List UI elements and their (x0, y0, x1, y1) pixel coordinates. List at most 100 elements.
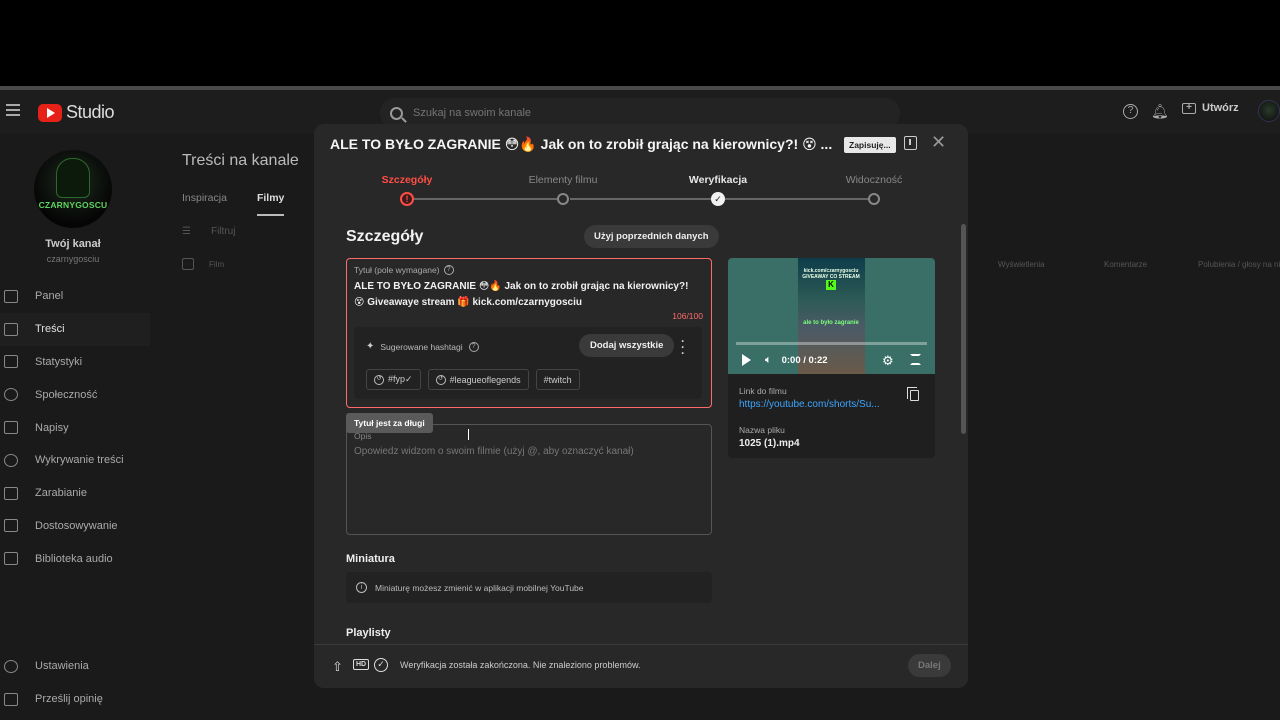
community-icon (4, 388, 18, 402)
column-comments: Komentarze (1104, 260, 1148, 269)
check-circle-icon[interactable]: ✓ (374, 658, 388, 672)
hashtag-chips: ↺ #fyp✓ ↺ #leagueoflegends #twitch (366, 369, 580, 390)
sidebar-item-panel[interactable]: Panel (0, 280, 150, 313)
error-step-icon: ! (400, 192, 414, 206)
youtube-logo-icon (38, 103, 62, 122)
sidebar-item-monetization[interactable]: Zarabianie (0, 477, 150, 510)
account-avatar[interactable] (1258, 100, 1280, 122)
help-icon[interactable]: ? (443, 265, 454, 275)
copy-icon[interactable] (907, 387, 919, 401)
step-connector (407, 198, 562, 200)
channel-avatar[interactable]: CZARNYGOSCU (34, 150, 112, 228)
create-button[interactable]: + Utwórz (1182, 102, 1239, 114)
hashtag-text: #fyp✓ (388, 374, 413, 384)
sidebar-item-community[interactable]: Społeczność (0, 378, 150, 411)
sidebar-item-content[interactable]: Treści (0, 312, 150, 346)
title-label-text: Tytuł (pole wymagane) (354, 265, 440, 275)
gear-icon[interactable]: ⚙ (882, 353, 894, 369)
video-caption: ale to było zagranie (803, 320, 859, 326)
title-field[interactable]: Tytuł (pole wymagane) ? ALE TO BYŁO ZAGR… (346, 258, 712, 440)
sidebar-item-feedback[interactable]: Prześlij opinię (0, 683, 150, 716)
sidebar-nav: Panel Treści Statystyki Społeczność Napi… (0, 280, 150, 575)
sidebar-item-settings[interactable]: Ustawienia (0, 650, 150, 683)
help-icon[interactable]: ? (468, 341, 479, 352)
add-all-hashtags-button[interactable]: Dodaj wszystkie (579, 334, 675, 357)
history-icon: ↺ (435, 374, 446, 385)
sidebar-item-label: Biblioteka audio (35, 552, 113, 565)
next-button[interactable]: Dalej (908, 654, 951, 677)
sidebar-item-subtitles[interactable]: Napisy (0, 411, 150, 444)
sparkle-icon: ✦ (366, 341, 375, 352)
channel-handle: czarnygosciu (46, 254, 100, 264)
thumbnail-info-box: i Miniaturę możesz zmienić w aplikacji m… (346, 572, 712, 603)
scrollbar[interactable] (961, 224, 966, 434)
hd-icon[interactable]: HD (353, 659, 370, 670)
sidebar-item-label: Statystyki (35, 355, 83, 368)
feedback-icon (4, 692, 18, 706)
tab-inspiration[interactable]: Inspiracja (182, 192, 227, 216)
title-error-tooltip: Tytuł jest za długi (346, 413, 433, 433)
copyright-icon (4, 453, 18, 467)
upload-stepper: Szczegóły Elementy filmu Weryfikacja Wid… (314, 174, 968, 210)
suggested-hashtags-panel: ✦ Sugerowane hashtagi ? Dodaj wszystkie … (354, 327, 702, 399)
filter-bar[interactable]: ☰ Filtruj (182, 226, 235, 237)
sidebar-item-audio-library[interactable]: Biblioteka audio (0, 542, 150, 575)
sidebar-item-label: Wykrywanie treści (35, 454, 124, 467)
step-video-elements[interactable]: Elementy filmu (503, 174, 623, 186)
step-dot-icon (868, 193, 880, 205)
video-controls: 🔈︎ 0:00 / 0:22 ⚙ (736, 352, 927, 368)
step-connector (725, 198, 871, 200)
gear-icon (4, 659, 18, 673)
history-icon: ↺ (374, 374, 384, 385)
video-link-label: Link do filmu (739, 386, 787, 396)
title-label: Tytuł (pole wymagane) ? (354, 265, 454, 275)
thumbnail-info-text: Miniaturę możesz zmienić w aplikacji mob… (375, 582, 584, 593)
search-input[interactable] (413, 107, 853, 119)
step-dot-icon (557, 193, 569, 205)
hashtag-chip[interactable]: ↺ #fyp✓ (366, 369, 421, 390)
column-film: Film (209, 260, 225, 269)
video-player[interactable]: kick.com/czarnygosciu GIVEAWAY CO STREAM… (728, 258, 935, 374)
step-visibility[interactable]: Widoczność (814, 174, 934, 186)
filter-icon: ☰ (182, 226, 191, 237)
bell-icon[interactable]: 🔔︎ (1151, 103, 1169, 120)
filter-label: Filtruj (210, 226, 236, 237)
more-options-icon[interactable]: · · · (681, 335, 685, 359)
dashboard-icon (4, 289, 18, 303)
close-icon[interactable]: ✕ (931, 132, 946, 153)
playlists-title: Playlisty (346, 627, 391, 639)
video-progress-bar[interactable] (736, 342, 927, 345)
fullscreen-icon[interactable] (910, 354, 921, 365)
sidebar-item-analytics[interactable]: Statystyki (0, 346, 150, 379)
hashtag-chip[interactable]: ↺ #leagueoflegends (427, 369, 529, 390)
sidebar-item-customization[interactable]: Dostosowywanie (0, 510, 150, 543)
step-details[interactable]: Szczegóły (347, 174, 467, 186)
description-placeholder: Opowiedz widzom o swoim filmie (użyj @, … (354, 446, 634, 457)
video-link[interactable]: https://youtube.com/shorts/Su... (739, 399, 889, 410)
studio-logo[interactable]: Studio (38, 102, 115, 123)
saving-badge: Zapisuję... (844, 137, 896, 153)
volume-icon[interactable]: 🔈︎ (765, 354, 772, 367)
channel-title: Twój kanał (45, 238, 101, 250)
title-char-counter: 106/100 (672, 311, 703, 321)
step-checks[interactable]: Weryfikacja (658, 174, 778, 186)
title-input[interactable]: ALE TO BYŁO ZAGRANIE 😳🔥 Jak on to zrobił… (354, 279, 699, 311)
sidebar-item-copyright[interactable]: Wykrywanie treści (0, 444, 150, 477)
menu-icon[interactable] (6, 104, 20, 116)
page-title: Treści na kanale (182, 152, 299, 169)
hashtag-chip[interactable]: #twitch (535, 369, 580, 390)
feedback-icon[interactable] (904, 136, 917, 150)
customization-icon (4, 519, 18, 533)
sidebar-item-label: Dostosowywanie (35, 519, 118, 532)
tab-videos[interactable]: Filmy (256, 192, 285, 216)
description-field[interactable]: Opis Opowiedz widzom o swoim filmie (uży… (346, 424, 712, 535)
black-top-band (0, 0, 1280, 86)
select-all-checkbox[interactable] (182, 258, 194, 270)
logo-text: Studio (66, 102, 115, 122)
analytics-icon (4, 355, 18, 369)
help-icon[interactable]: ? (1123, 104, 1138, 119)
play-icon[interactable] (742, 354, 751, 366)
check-icon: ✓ (711, 192, 725, 206)
upload-icon[interactable]: ⇧ (332, 659, 343, 675)
reuse-details-button[interactable]: Użyj poprzednich danych (584, 225, 719, 248)
